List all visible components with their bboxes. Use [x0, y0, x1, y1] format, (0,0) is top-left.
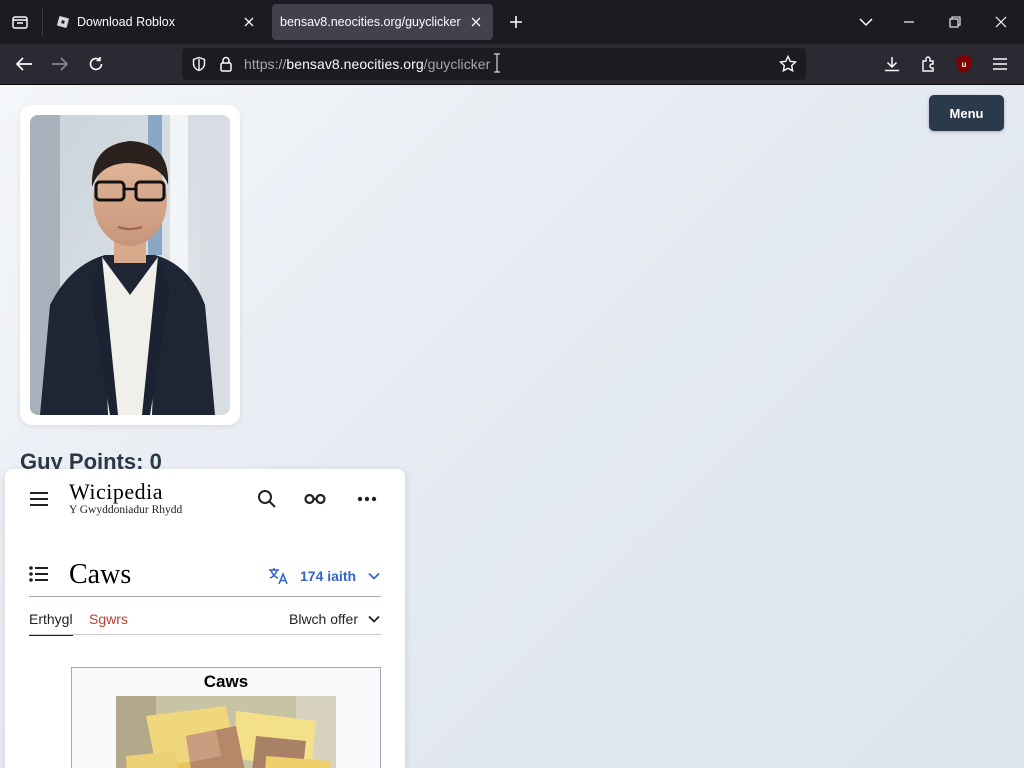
tab-download-roblox[interactable]: Download Roblox — [48, 4, 266, 40]
menu-button[interactable]: Menu — [929, 95, 1004, 131]
tab-guyclicker[interactable]: bensav8.neocities.org/guyclicker — [272, 4, 493, 40]
guy-card[interactable] — [20, 105, 240, 425]
tab-talk[interactable]: Sgwrs — [89, 611, 128, 627]
chevron-down-icon — [368, 615, 380, 623]
back-arrow-icon[interactable] — [10, 50, 38, 78]
search-icon[interactable] — [255, 487, 279, 511]
url-text[interactable]: https://bensav8.neocities.org/guyclicker — [244, 56, 490, 72]
tab-separator — [42, 8, 43, 36]
ublock-origin-icon[interactable]: u — [950, 50, 978, 78]
language-count: 174 iaith — [300, 568, 357, 584]
text-cursor-icon — [494, 53, 500, 73]
minimize-icon[interactable] — [895, 8, 923, 36]
wiki-logo-tagline: Y Gwyddoniadur Rhydd — [69, 504, 183, 516]
url-host: bensav8.neocities.org — [286, 56, 424, 72]
language-selector[interactable]: 174 iaith — [268, 565, 380, 587]
reading-glasses-icon[interactable] — [303, 487, 327, 511]
infobox: Caws — [71, 667, 381, 768]
firefox-view-icon[interactable] — [6, 8, 34, 36]
close-tab-icon[interactable] — [467, 13, 485, 31]
tab-article[interactable]: Erthygl — [29, 611, 73, 636]
download-icon[interactable] — [878, 50, 906, 78]
page-content: Guy Points: 0 Menu Wicipedia Y Gwyddonia… — [0, 85, 1024, 768]
tools-label: Blwch offer — [289, 611, 358, 627]
more-options-icon[interactable] — [355, 487, 379, 511]
lock-icon[interactable] — [215, 53, 237, 75]
guy-photo[interactable] — [30, 115, 230, 415]
address-bar[interactable]: https://bensav8.neocities.org/guyclicker — [182, 48, 806, 80]
translate-icon — [268, 567, 290, 585]
roblox-icon — [56, 15, 70, 29]
tools-dropdown[interactable]: Blwch offer — [289, 609, 380, 629]
navigation-toolbar: https://bensav8.neocities.org/guyclicker… — [0, 44, 1024, 106]
chevron-down-icon — [368, 572, 380, 580]
close-tab-icon[interactable] — [240, 13, 258, 31]
article-title: Caws — [69, 559, 132, 590]
hamburger-menu-icon[interactable] — [986, 50, 1014, 78]
infobox-title: Caws — [203, 672, 249, 691]
cheese-image[interactable] — [116, 696, 336, 768]
hamburger-menu-icon[interactable] — [27, 487, 51, 511]
tracking-protection-shield-icon[interactable] — [188, 53, 210, 75]
reload-icon[interactable] — [82, 50, 110, 78]
divider — [29, 596, 381, 597]
restore-icon[interactable] — [941, 8, 969, 36]
close-window-icon[interactable] — [987, 8, 1015, 36]
tab-title: bensav8.neocities.org/guyclicker — [280, 15, 461, 29]
wiki-logo-title[interactable]: Wicipedia — [69, 479, 163, 505]
divider — [29, 634, 381, 635]
url-scheme: https:// — [244, 56, 287, 72]
chevron-down-icon[interactable] — [852, 8, 880, 36]
tab-title: Download Roblox — [77, 15, 175, 29]
table-of-contents-icon[interactable] — [27, 562, 51, 586]
url-path: /guyclicker — [423, 56, 491, 72]
svg-text:u: u — [962, 60, 967, 69]
wikipedia-embed: Wicipedia Y Gwyddoniadur Rhydd Caws 174 … — [5, 469, 405, 768]
extensions-puzzle-icon[interactable] — [915, 50, 943, 78]
tab-strip: Download Roblox bensav8.neocities.org/gu… — [0, 0, 1024, 44]
new-tab-icon[interactable] — [502, 8, 530, 36]
bookmark-star-icon[interactable] — [776, 52, 800, 76]
forward-arrow-icon[interactable] — [46, 50, 74, 78]
